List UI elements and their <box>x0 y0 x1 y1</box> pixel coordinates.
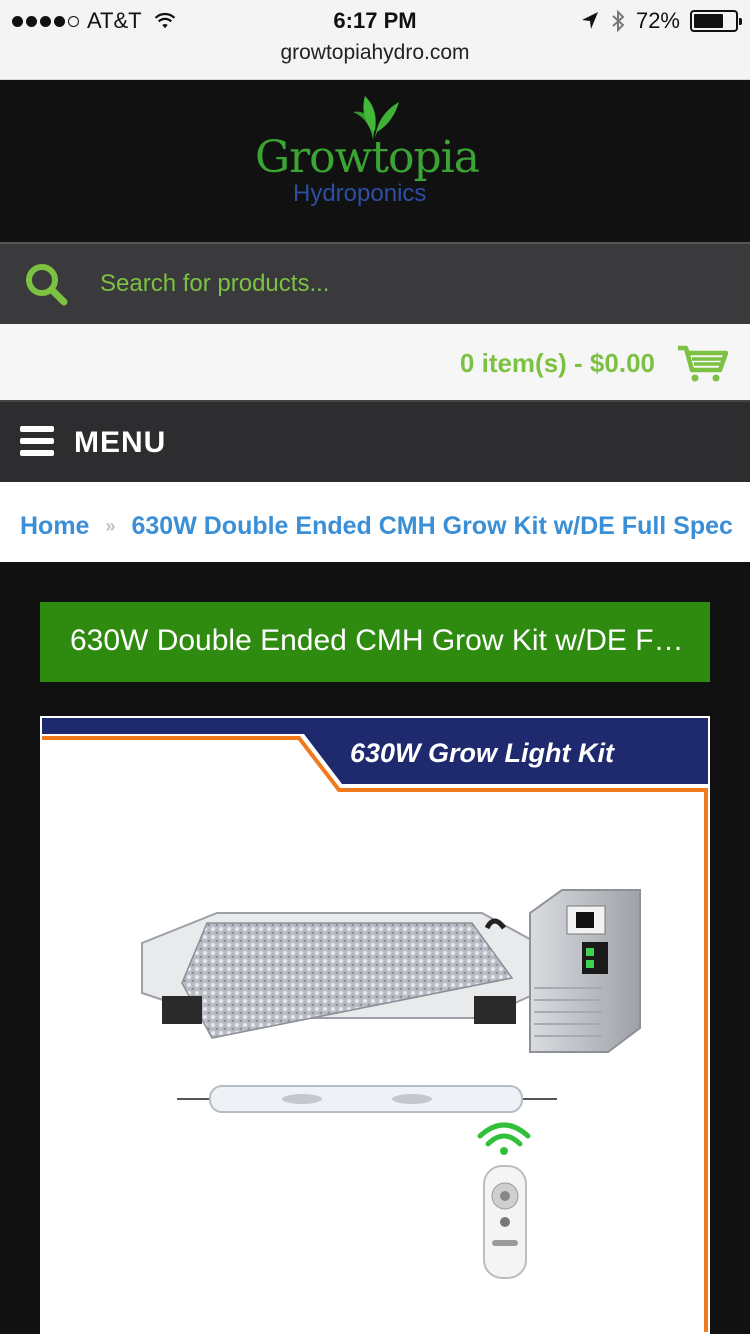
cart-bar: 0 item(s) - $0.00 <box>0 324 750 402</box>
breadcrumb: Home » 630W Double Ended CMH Grow Kit w/… <box>0 482 750 562</box>
hamburger-icon[interactable] <box>20 426 54 456</box>
logo-subtext: Hydroponics <box>293 180 427 207</box>
battery-percent: 72% <box>635 8 680 33</box>
reflector-bracket-right <box>474 996 516 1024</box>
shopping-cart-icon[interactable] <box>676 344 728 384</box>
double-ended-lamp <box>209 1085 523 1113</box>
status-right: 72% <box>580 8 742 34</box>
url-bar[interactable]: growtopiahydro.com <box>0 41 750 65</box>
reflector-bracket-left <box>162 996 202 1024</box>
menu-label[interactable]: MENU <box>74 426 166 460</box>
grow-light-kit-photo: 630W Grow Light Kit <box>42 718 708 1332</box>
product-image[interactable]: 630W Grow Light Kit <box>40 716 710 1334</box>
battery-fill <box>694 14 723 28</box>
site-logo[interactable]: Growtopia Hydroponics <box>255 92 480 212</box>
search-bar <box>0 242 750 324</box>
search-icon[interactable] <box>24 262 68 306</box>
bluetooth-icon <box>612 9 625 33</box>
site-header: Growtopia Hydroponics <box>0 80 750 242</box>
search-input[interactable] <box>100 266 700 302</box>
banner-label: 630W Grow Light Kit <box>350 738 615 768</box>
logo-text: Growtopia <box>255 132 480 183</box>
product-title-band: 630W Double Ended CMH Grow Kit w/DE Full… <box>40 602 710 682</box>
battery-icon <box>690 10 742 32</box>
breadcrumb-current-link[interactable]: 630W Double Ended CMH Grow Kit w/DE Full… <box>131 512 732 541</box>
cart-summary[interactable]: 0 item(s) - $0.00 <box>460 348 655 379</box>
breadcrumb-home-link[interactable]: Home <box>20 512 89 541</box>
ballast-display <box>582 942 608 974</box>
reflector-interior <box>181 922 514 1039</box>
status-bar: AT&T 6:17 PM 72% growtopiahydro.com <box>0 0 750 80</box>
wireless-signal-icon <box>477 1122 531 1147</box>
menu-bar[interactable]: MENU <box>0 400 750 482</box>
location-arrow-icon <box>581 12 598 29</box>
breadcrumb-separator: » <box>105 516 116 536</box>
product-title: 630W Double Ended CMH Grow Kit w/DE Full… <box>70 624 700 657</box>
